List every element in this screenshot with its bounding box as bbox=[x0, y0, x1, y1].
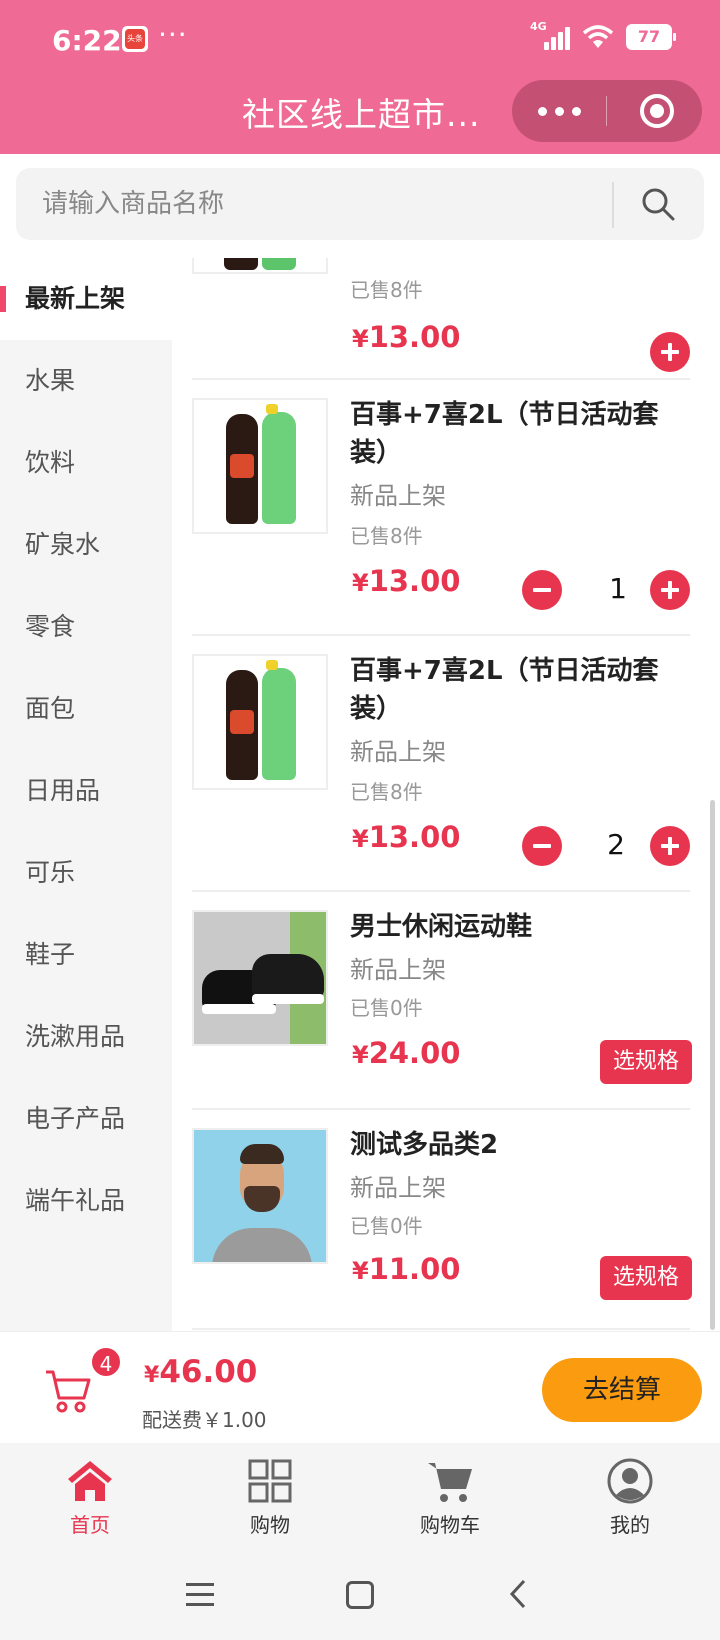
divider bbox=[192, 1328, 690, 1330]
category-sidebar: 最新上架 水果 饮料 矿泉水 零食 面包 日用品 可乐 鞋子 洗漱用品 电子产品… bbox=[0, 258, 172, 1331]
product-sold: 已售8件 bbox=[350, 524, 423, 548]
close-target-icon[interactable] bbox=[640, 94, 674, 128]
increase-qty-button[interactable] bbox=[650, 570, 690, 610]
category-electronics[interactable]: 电子产品 bbox=[0, 1078, 172, 1160]
scrollbar[interactable] bbox=[710, 800, 715, 1330]
product-name: 测试多品类2 bbox=[350, 1130, 499, 1160]
header: 6:22 头条 ··· 4G 77 社区线上超市... bbox=[0, 0, 720, 154]
product-image bbox=[192, 1128, 328, 1264]
toutiao-app-icon: 头条 bbox=[122, 26, 148, 52]
category-dragon-boat-gifts[interactable]: 端午礼品 bbox=[0, 1160, 172, 1242]
product-card[interactable]: 男士休闲运动鞋 新品上架 已售0件 ¥24.00 选规格 bbox=[172, 892, 720, 1108]
decrease-qty-button[interactable] bbox=[522, 826, 562, 866]
product-price: ¥13.00 bbox=[352, 564, 461, 598]
product-image bbox=[192, 398, 328, 534]
product-list: 已售8件 ¥13.00 百事+7喜2L（节日活动套装） 新品上架 已售8件 ¥1… bbox=[172, 258, 720, 1331]
product-price: ¥24.00 bbox=[352, 1036, 461, 1070]
quantity-value: 1 bbox=[609, 572, 627, 605]
home-icon bbox=[68, 1461, 112, 1501]
category-bread[interactable]: 面包 bbox=[0, 668, 172, 750]
miniprogram-capsule bbox=[512, 80, 702, 142]
product-name: 百事+7喜2L（节日活动套装） bbox=[350, 400, 659, 468]
tab-shopping[interactable]: 购物 bbox=[180, 1443, 360, 1547]
cart-bar: 4 ¥46.00 配送费￥1.00 去结算 bbox=[0, 1331, 720, 1443]
home-square-icon[interactable] bbox=[346, 1581, 374, 1609]
search-bar bbox=[0, 154, 720, 258]
cart-count-badge: 4 bbox=[90, 1346, 122, 1378]
status-icons: 4G 77 bbox=[530, 20, 676, 50]
category-daily-goods[interactable]: 日用品 bbox=[0, 750, 172, 832]
product-sold: 已售8件 bbox=[350, 780, 423, 804]
cart-icon bbox=[428, 1463, 472, 1502]
tab-home[interactable]: 首页 bbox=[0, 1443, 180, 1547]
category-snacks[interactable]: 零食 bbox=[0, 586, 172, 668]
status-more-dots: ··· bbox=[158, 18, 188, 51]
tab-bar: 首页 购物 购物车 我的 bbox=[0, 1443, 720, 1547]
battery-icon: 77 bbox=[626, 24, 676, 50]
product-sold: 已售0件 bbox=[350, 996, 423, 1020]
add-to-cart-button[interactable] bbox=[650, 332, 690, 372]
product-card[interactable]: 已售8件 ¥13.00 bbox=[172, 258, 720, 378]
select-spec-button[interactable]: 选规格 bbox=[600, 1256, 692, 1300]
status-time: 6:22 bbox=[52, 24, 122, 57]
capsule-divider bbox=[606, 96, 607, 126]
product-sold: 已售8件 bbox=[350, 278, 423, 302]
category-toiletries[interactable]: 洗漱用品 bbox=[0, 996, 172, 1078]
search-icon[interactable] bbox=[640, 186, 676, 222]
network-label: 4G bbox=[530, 20, 547, 33]
back-icon[interactable] bbox=[508, 1579, 528, 1609]
search-divider bbox=[612, 182, 614, 228]
product-card[interactable]: 百事+7喜2L（节日活动套装） 新品上架 已售8件 ¥13.00 2 bbox=[172, 636, 720, 890]
select-spec-button[interactable]: 选规格 bbox=[600, 1040, 692, 1084]
quantity-value: 2 bbox=[607, 828, 625, 861]
category-drinks[interactable]: 饮料 bbox=[0, 422, 172, 504]
tab-label: 首页 bbox=[70, 1513, 110, 1537]
checkout-button[interactable]: 去结算 bbox=[542, 1358, 702, 1422]
increase-qty-button[interactable] bbox=[650, 826, 690, 866]
cart-icon[interactable] bbox=[44, 1368, 92, 1414]
category-latest[interactable]: 最新上架 bbox=[0, 258, 172, 340]
product-price: ¥11.00 bbox=[352, 1252, 461, 1286]
cart-total: ¥46.00 bbox=[144, 1354, 258, 1390]
tab-label: 我的 bbox=[610, 1513, 650, 1537]
product-tag: 新品上架 bbox=[350, 1174, 446, 1202]
search-input[interactable] bbox=[42, 168, 602, 240]
product-image bbox=[192, 258, 328, 274]
product-tag: 新品上架 bbox=[350, 482, 446, 510]
tab-label: 购物车 bbox=[420, 1513, 480, 1537]
category-shoes[interactable]: 鞋子 bbox=[0, 914, 172, 996]
user-icon bbox=[607, 1458, 653, 1504]
tab-label: 购物 bbox=[250, 1513, 290, 1537]
product-name: 百事+7喜2L（节日活动套装） bbox=[350, 656, 659, 724]
delivery-fee: 配送费￥1.00 bbox=[142, 1408, 267, 1432]
system-nav-bar bbox=[0, 1547, 720, 1640]
app-badge-text: 头条 bbox=[125, 29, 145, 49]
product-name: 男士休闲运动鞋 bbox=[350, 912, 533, 942]
product-card[interactable]: 测试多品类2 新品上架 已售0件 ¥11.00 选规格 bbox=[172, 1110, 720, 1328]
product-price: ¥13.00 bbox=[352, 320, 461, 354]
tab-mine[interactable]: 我的 bbox=[540, 1443, 720, 1547]
grid-icon bbox=[248, 1459, 292, 1503]
wifi-icon bbox=[582, 25, 614, 48]
product-sold: 已售0件 bbox=[350, 1214, 423, 1238]
more-icon[interactable] bbox=[538, 102, 582, 120]
menu-icon[interactable] bbox=[186, 1583, 214, 1607]
tab-cart[interactable]: 购物车 bbox=[360, 1443, 540, 1547]
product-tag: 新品上架 bbox=[350, 738, 446, 766]
product-image bbox=[192, 654, 328, 790]
category-mineral-water[interactable]: 矿泉水 bbox=[0, 504, 172, 586]
category-fruit[interactable]: 水果 bbox=[0, 340, 172, 422]
product-tag: 新品上架 bbox=[350, 956, 446, 984]
product-price: ¥13.00 bbox=[352, 820, 461, 854]
search-box bbox=[16, 168, 704, 240]
signal-icon: 4G bbox=[530, 20, 570, 50]
product-card[interactable]: 百事+7喜2L（节日活动套装） 新品上架 已售8件 ¥13.00 1 bbox=[172, 380, 720, 634]
page-title: 社区线上超市... bbox=[242, 95, 481, 134]
decrease-qty-button[interactable] bbox=[522, 570, 562, 610]
category-cola[interactable]: 可乐 bbox=[0, 832, 172, 914]
product-image bbox=[192, 910, 328, 1046]
